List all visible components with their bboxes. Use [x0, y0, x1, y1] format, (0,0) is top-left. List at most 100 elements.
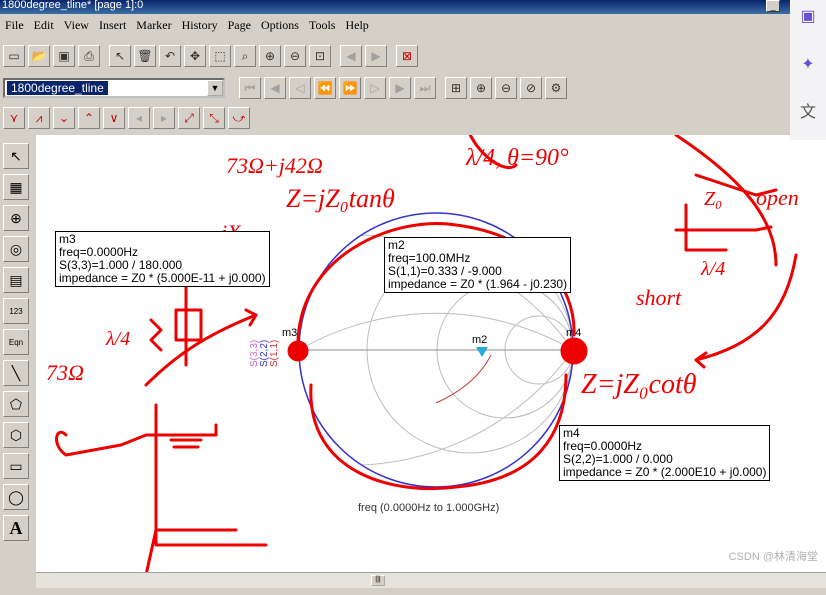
move-icon[interactable]: ✥ — [184, 45, 206, 67]
menu-bar: File Edit View Insert Marker History Pag… — [0, 15, 790, 35]
print-icon[interactable]: ⎙ — [78, 45, 100, 67]
next-page-icon[interactable]: ▶ — [389, 77, 411, 99]
line-icon[interactable]: ╲ — [3, 360, 29, 386]
zoom-in-icon[interactable]: ⊕ — [259, 45, 281, 67]
m3-line-3: impedance = Z0 * (5.000E-11 + j0.000) — [59, 271, 266, 285]
marker-m3-label: m3 — [282, 327, 297, 339]
data-display-canvas[interactable]: m3 m2 m4 S(3,3) S(2,2) S(1,1) freq (0.00… — [36, 135, 826, 572]
next-step-icon[interactable]: ▷ — [364, 77, 386, 99]
menu-edit[interactable]: Edit — [29, 18, 59, 33]
view-all-icon[interactable]: ⊞ — [445, 77, 467, 99]
marker-new-icon[interactable]: ⋎ — [3, 107, 25, 129]
menu-view[interactable]: View — [59, 18, 94, 33]
zoom-page-in-icon[interactable]: ⊕ — [470, 77, 492, 99]
ellipse-icon[interactable]: ◯ — [3, 484, 29, 510]
bookmark-icon[interactable]: ▣ — [794, 2, 822, 30]
prev-step-icon[interactable]: ◁ — [289, 77, 311, 99]
save-icon[interactable]: ▣ — [53, 45, 75, 67]
translate-icon[interactable]: 文 — [794, 96, 822, 124]
delete-icon[interactable]: 🗑 — [134, 45, 156, 67]
rectangular-plot-icon[interactable]: ▦ — [3, 174, 29, 200]
marker-tracking-icon[interactable]: ⤻ — [228, 107, 250, 129]
zoom-fit-icon[interactable]: ⊡ — [309, 45, 331, 67]
menu-options[interactable]: Options — [256, 18, 304, 33]
menu-help[interactable]: Help — [340, 18, 373, 33]
menu-insert[interactable]: Insert — [94, 18, 131, 33]
equation-icon[interactable]: Eqn — [3, 329, 29, 355]
polar-plot-icon[interactable]: ⊕ — [3, 205, 29, 231]
trace-s11 — [435, 354, 492, 404]
select-pointer-icon[interactable]: ↖ — [109, 45, 131, 67]
prev-frame-icon[interactable]: ⏪ — [314, 77, 336, 99]
insert-palette: ↖ ▦ ⊕ ◎ ▤ 123 Eqn ╲ ⬠ ⬡ ▭ ◯ A — [0, 140, 32, 580]
smith-chart-icon[interactable]: ◎ — [3, 236, 29, 262]
chevron-down-icon[interactable]: ▼ — [207, 80, 223, 96]
zoom-point-icon[interactable]: ⌕ — [234, 45, 256, 67]
annot-73: 73Ω — [46, 360, 84, 385]
trace-label-s11: S(1,1) — [269, 340, 280, 367]
m4-line-3: impedance = Z0 * (2.000E10 + j0.000) — [563, 465, 767, 479]
toolbar-marker: ⋎ ⩘ ⌄ ⌃ ∨ ◂ ▸ ⤢ ⤡ ⤻ — [0, 104, 790, 132]
menu-page[interactable]: Page — [223, 18, 256, 33]
marker-max-icon[interactable]: ⌃ — [78, 107, 100, 129]
smith-chart: m3 m2 m4 S(3,3) S(2,2) S(1,1) freq (0.00… — [46, 135, 799, 572]
menu-marker[interactable]: Marker — [131, 18, 176, 33]
minimize-button[interactable]: _ — [766, 0, 780, 12]
zoom-page-out-icon[interactable]: ⊖ — [495, 77, 517, 99]
annot-open: open — [756, 185, 799, 210]
marker-valley-icon[interactable]: ∨ — [103, 107, 125, 129]
pointer-icon[interactable]: ↖ — [3, 143, 29, 169]
m2-line-3: impedance = Z0 * (1.964 - j0.230) — [388, 277, 568, 291]
marker-left-icon[interactable]: ◂ — [128, 107, 150, 129]
marker-m3-readout[interactable]: m3 freq=0.0000Hz S(3,3)=1.000 / 180.000 … — [55, 231, 270, 287]
menu-tools[interactable]: Tools — [304, 18, 341, 33]
first-page-icon[interactable]: ⏮ — [239, 77, 261, 99]
status-bar — [0, 588, 826, 595]
page-select-value: 1800degree_tline — [7, 81, 108, 95]
horizontal-scrollbar[interactable]: ||| — [36, 572, 826, 588]
scrollbar-thumb[interactable]: ||| — [371, 575, 385, 586]
last-page-icon[interactable]: ⏭ — [414, 77, 436, 99]
next-icon[interactable]: ▶ — [365, 45, 387, 67]
marker-right-icon[interactable]: ▸ — [153, 107, 175, 129]
polygon-icon[interactable]: ⬡ — [3, 422, 29, 448]
open-folder-icon[interactable]: 📂 — [28, 45, 50, 67]
annot-short: short — [636, 285, 682, 310]
new-file-icon[interactable]: ▭ — [3, 45, 25, 67]
text-icon[interactable]: A — [3, 515, 29, 541]
annot-73-j42: 73Ω+j42Ω — [226, 153, 323, 178]
toolbar-main: ▭ 📂 ▣ ⎙ ↖ 🗑 ↶ ✥ ⬚ ⌕ ⊕ ⊖ ⊡ ◀ ▶ ⊠ — [0, 42, 790, 70]
marker-m4-readout[interactable]: m4 freq=0.0000Hz S(2,2)=1.000 / 0.000 im… — [559, 425, 771, 481]
annot-lambda-right: λ/4 — [700, 258, 725, 280]
zoom-out-icon[interactable]: ⊖ — [284, 45, 306, 67]
rectangle-icon[interactable]: ▭ — [3, 453, 29, 479]
window-title: 1800degree_tline* [page 1]:0 — [2, 0, 144, 11]
marker-m2-readout[interactable]: m2 freq=100.0MHz S(1,1)=0.333 / -9.000 i… — [384, 237, 572, 293]
annot-z-cot: Z=jZ₀cotθ — [581, 369, 697, 400]
marker-edit-icon[interactable]: ⤡ — [203, 107, 225, 129]
close-window-icon[interactable]: ⊠ — [396, 45, 418, 67]
page-settings-icon[interactable]: ⚙ — [545, 77, 567, 99]
menu-file[interactable]: File — [0, 18, 29, 33]
side-actions: ▣ ✦ 文 — [790, 0, 826, 140]
window-titlebar: 1800degree_tline* [page 1]:0 — [0, 0, 790, 14]
annot-lambda-left: λ/4 — [105, 328, 130, 350]
list-table-icon[interactable]: 123 — [3, 298, 29, 324]
marker-min-icon[interactable]: ⌄ — [53, 107, 75, 129]
prev-icon[interactable]: ◀ — [340, 45, 362, 67]
undo-icon[interactable]: ↶ — [159, 45, 181, 67]
stacked-plot-icon[interactable]: ▤ — [3, 267, 29, 293]
marker-m2-icon — [476, 347, 488, 357]
zoom-page-fit-icon[interactable]: ⊘ — [520, 77, 542, 99]
page-select[interactable]: 1800degree_tline ▼ — [3, 78, 225, 98]
watermark: CSDN @林清海堂 — [728, 551, 818, 563]
sparkle-icon[interactable]: ✦ — [794, 50, 822, 78]
menu-history[interactable]: History — [177, 18, 223, 33]
marker-m2-label: m2 — [472, 334, 487, 346]
zoom-area-icon[interactable]: ⬚ — [209, 45, 231, 67]
marker-search-icon[interactable]: ⤢ — [178, 107, 200, 129]
prev-page-icon[interactable]: ◀ — [264, 77, 286, 99]
polyline-icon[interactable]: ⬠ — [3, 391, 29, 417]
marker-delta-icon[interactable]: ⩘ — [28, 107, 50, 129]
next-frame-icon[interactable]: ⏩ — [339, 77, 361, 99]
